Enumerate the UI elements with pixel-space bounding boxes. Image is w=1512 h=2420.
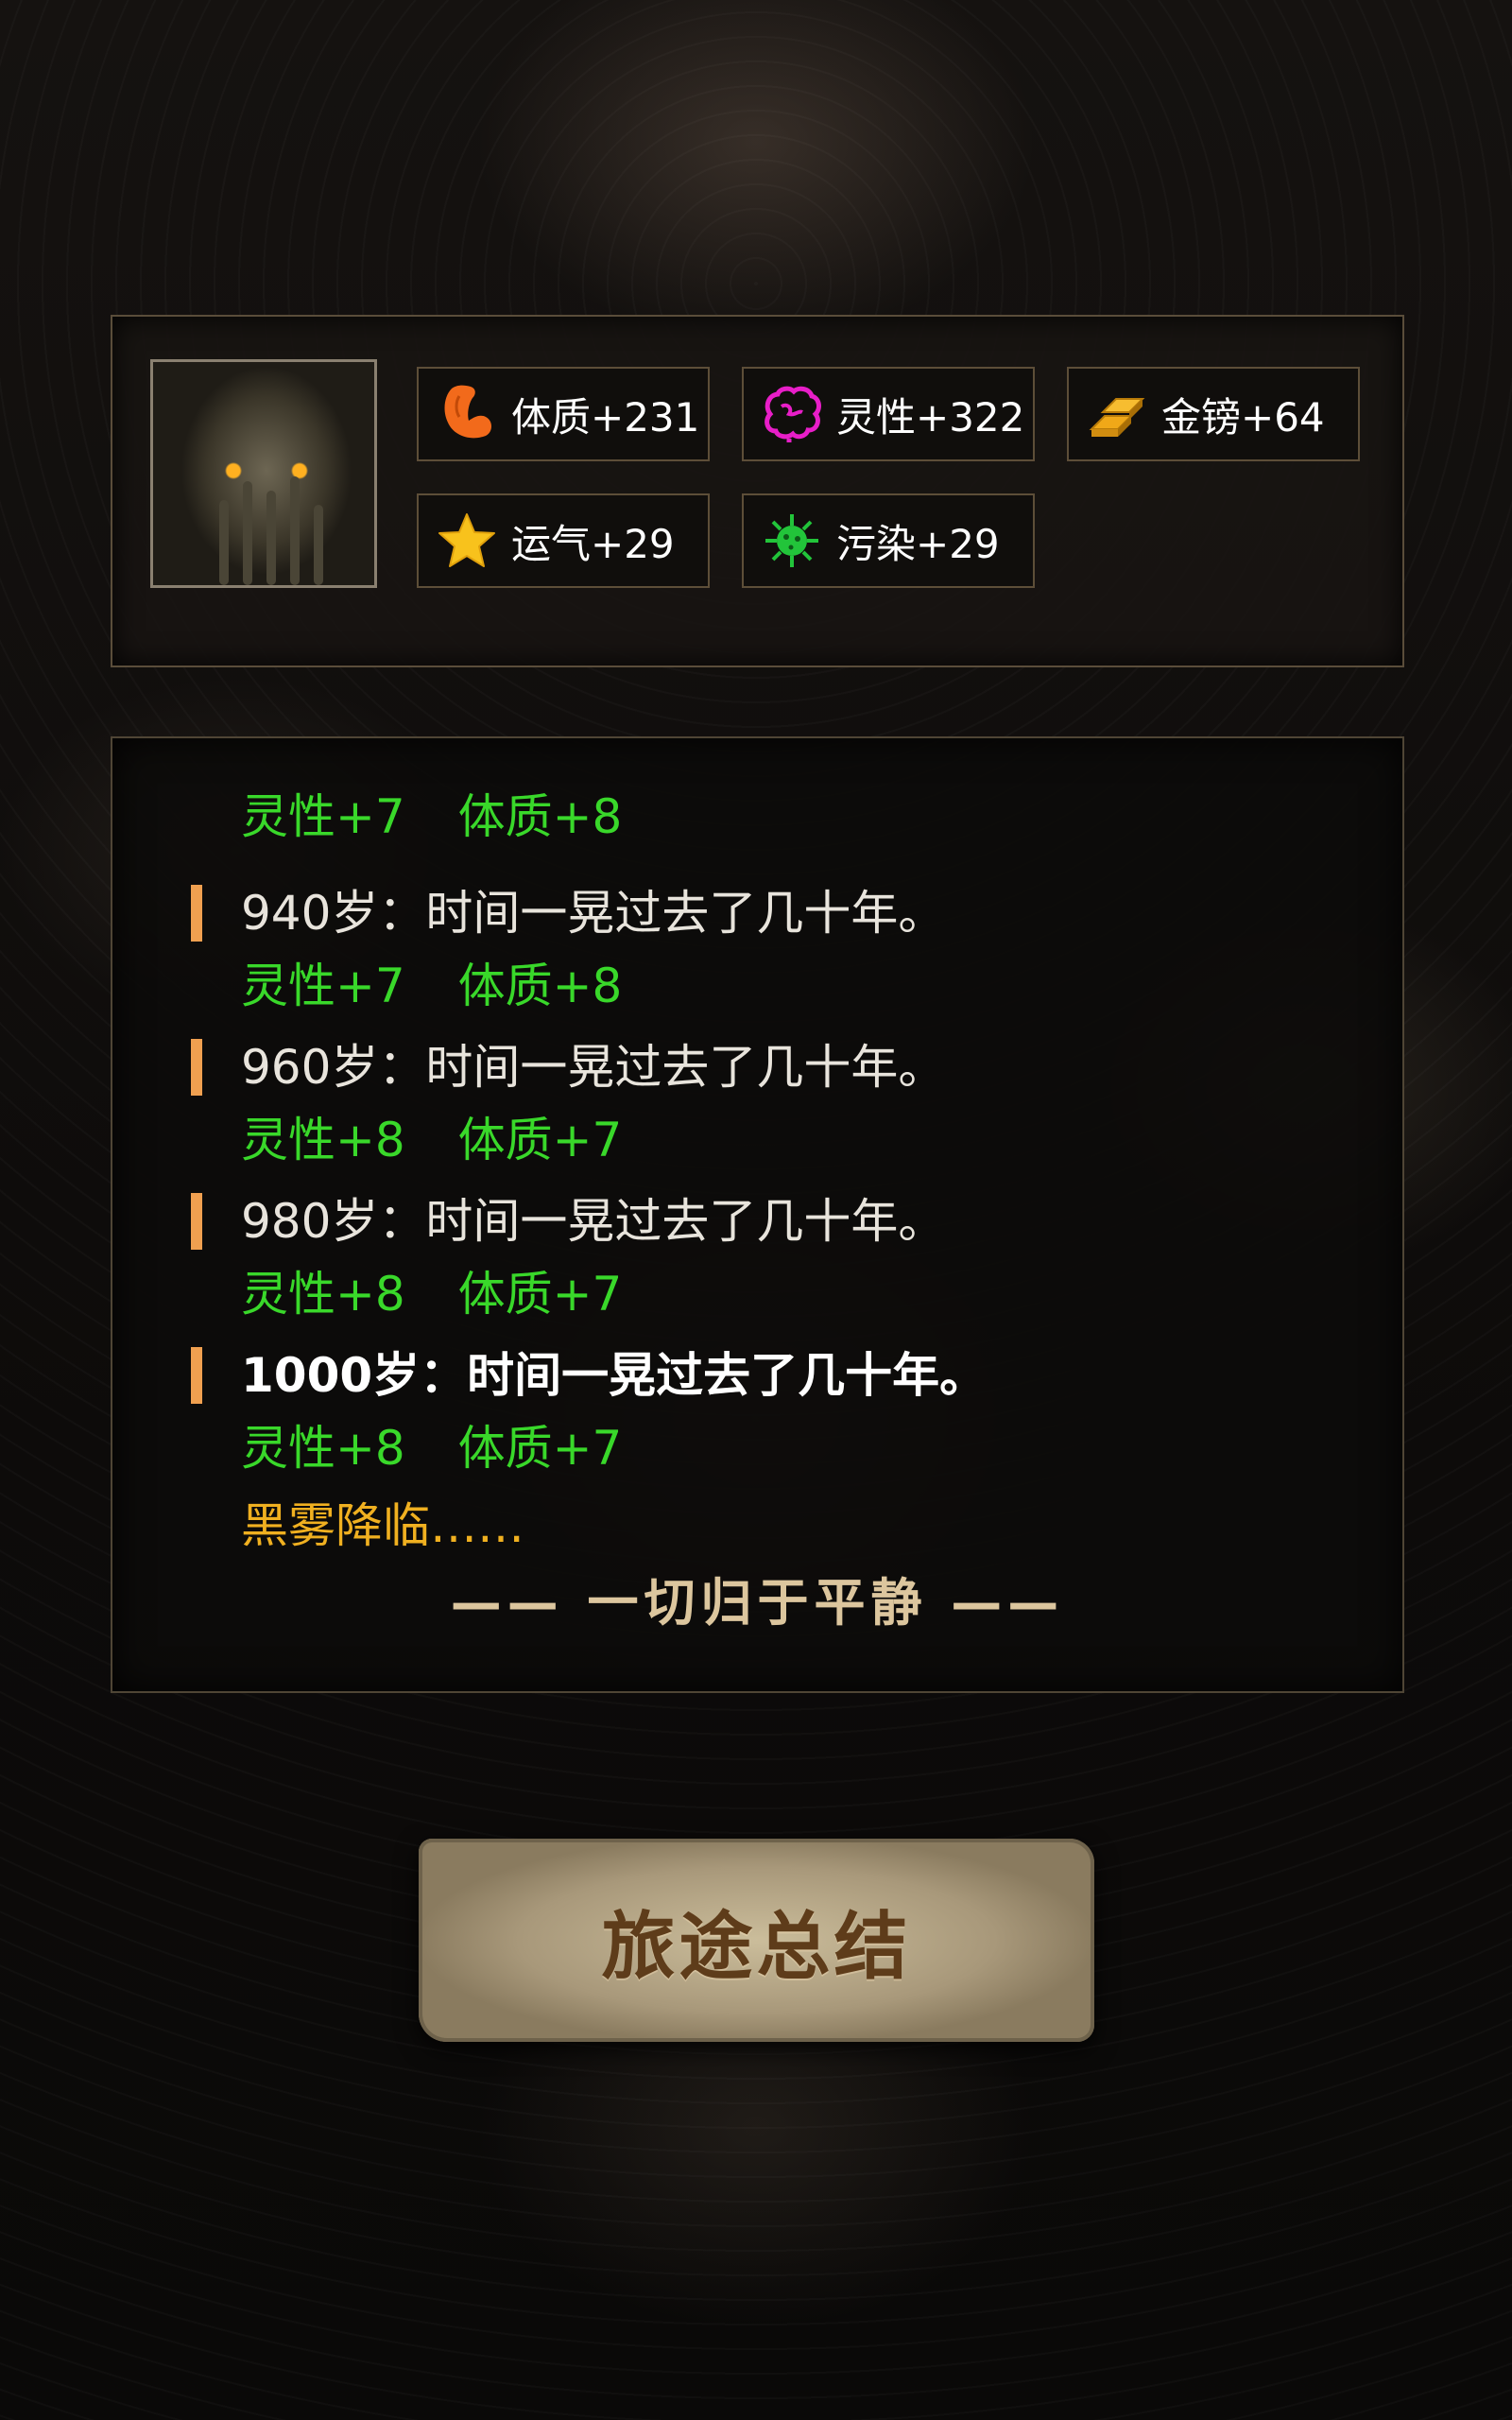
gold-bars-icon [1086, 383, 1148, 445]
virus-icon [761, 510, 823, 572]
log-marker [191, 1347, 202, 1404]
brain-icon [761, 383, 823, 445]
log-line: 黑雾降临…… [241, 1498, 524, 1553]
journey-summary-button[interactable]: 旅途总结 [419, 1839, 1094, 2042]
log-line: 灵性+7 体质+8 [241, 959, 623, 1013]
stat-gold-label: 金镑+64 [1161, 393, 1325, 441]
journey-summary-label: 旅途总结 [601, 1903, 912, 1990]
stat-luck: 运气+29 [417, 493, 710, 588]
muscle-arm-icon [436, 383, 498, 445]
log-line: 1000岁：时间一晃过去了几十年。 [241, 1348, 988, 1403]
character-portrait[interactable] [150, 359, 377, 588]
log-line: 980岁：时间一晃过去了几十年。 [241, 1194, 946, 1249]
log-line: 灵性+8 体质+7 [241, 1267, 623, 1322]
stat-constitution: 体质+231 [417, 367, 710, 461]
stat-pollution: 污染+29 [742, 493, 1035, 588]
stat-pollution-label: 污染+29 [836, 520, 1000, 567]
log-marker [191, 1193, 202, 1250]
stats-panel: 体质+231 灵性+322 金镑+64 运气+29 污染+29 [111, 315, 1404, 667]
log-line: 960岁：时间一晃过去了几十年。 [241, 1040, 946, 1095]
log-line: 灵性+7 体质+8 [241, 789, 623, 844]
star-icon [436, 510, 498, 572]
log-line: 940岁：时间一晃过去了几十年。 [241, 886, 946, 941]
log-marker [191, 1039, 202, 1096]
stat-spirituality: 灵性+322 [742, 367, 1035, 461]
life-log-panel: 灵性+7 体质+8 940岁：时间一晃过去了几十年。 灵性+7 体质+8 960… [111, 736, 1404, 1693]
log-line: 灵性+8 体质+7 [241, 1113, 623, 1167]
stat-gold: 金镑+64 [1067, 367, 1360, 461]
log-marker [191, 885, 202, 942]
log-line: 灵性+8 体质+7 [241, 1421, 623, 1476]
stat-luck-label: 运气+29 [511, 520, 675, 567]
stat-spirituality-label: 灵性+322 [836, 393, 1025, 441]
stat-constitution-label: 体质+231 [511, 393, 700, 441]
ending-text: —— 一切归于平静 —— [450, 1573, 1065, 1633]
